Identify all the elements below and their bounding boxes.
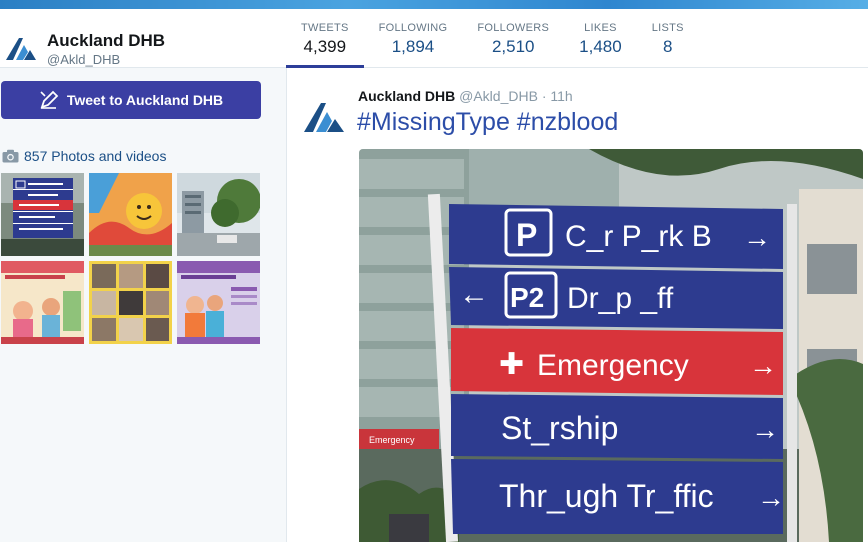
sign-line-car-park: C_r P_rk B: [565, 220, 712, 253]
tweet-timestamp[interactable]: 11h: [550, 88, 572, 104]
tweet-header: Auckland DHB @Akld_DHB · 11h: [358, 88, 573, 104]
sign-line-starship: St_rship: [501, 410, 618, 446]
profile-stats: TWEETS 4,399 FOLLOWING 1,894 FOLLOWERS 2…: [286, 9, 699, 68]
header-banner-strip: [0, 0, 868, 9]
photo-thumbnail[interactable]: [177, 173, 260, 256]
stat-value: 1,894: [391, 37, 435, 56]
tweet-photo[interactable]: Emergency P C_r P_rk B → ← P2 Dr_p _ff ✚…: [359, 149, 863, 542]
photo-thumbnail[interactable]: [1, 173, 84, 256]
profile-handle[interactable]: @Akld_DHB: [47, 52, 120, 67]
stat-value: 4,399: [303, 37, 347, 56]
stat-label: TWEETS: [301, 22, 349, 34]
stat-likes[interactable]: LIKES 1,480: [564, 9, 637, 68]
arrow-left-icon: ←: [459, 278, 489, 311]
stat-tweets[interactable]: TWEETS 4,399: [286, 9, 364, 68]
camera-icon: [2, 149, 19, 163]
photo-thumbnail[interactable]: [1, 261, 84, 344]
stat-value: 8: [662, 37, 673, 56]
plus-icon: ✚: [499, 348, 524, 381]
photo-thumbnail[interactable]: [177, 261, 260, 344]
tweet-separator: ·: [541, 88, 547, 104]
sign-line-through-traffic: Thr_ugh Tr_ffic: [499, 478, 714, 514]
profile-nav-bar: Auckland DHB @Akld_DHB TWEETS 4,399 FOLL…: [0, 9, 868, 68]
stat-label: FOLLOWERS: [477, 22, 550, 34]
tweet-to-button[interactable]: Tweet to Auckland DHB: [1, 81, 261, 119]
stat-value: 1,480: [579, 37, 622, 56]
drop-off-p2-label: P2: [510, 282, 544, 313]
tweet-author-name[interactable]: Auckland DHB: [358, 88, 455, 104]
stat-label: LIKES: [584, 22, 617, 34]
photo-thumbnail[interactable]: [89, 261, 172, 344]
tweet-to-label: Tweet to Auckland DHB: [66, 92, 224, 108]
arrow-right-icon: →: [757, 482, 785, 513]
photo-thumbnail[interactable]: [89, 173, 172, 256]
stat-followers[interactable]: FOLLOWERS 2,510: [462, 9, 564, 68]
sign-line-emergency: Emergency: [537, 349, 689, 382]
photos-videos-link[interactable]: 857 Photos and videos: [2, 148, 166, 164]
hospital-sign: P C_r P_rk B → ← P2 Dr_p _ff ✚ Emergency…: [449, 204, 785, 534]
profile-summary[interactable]: Auckland DHB @Akld_DHB: [0, 19, 286, 69]
stat-following[interactable]: FOLLOWING 1,894: [364, 9, 463, 68]
photo-grid: [1, 173, 263, 344]
stat-label: FOLLOWING: [378, 22, 448, 34]
profile-name[interactable]: Auckland DHB: [47, 31, 165, 51]
tweet-author-handle[interactable]: @Akld_DHB: [459, 88, 538, 104]
left-sidebar: Tweet to Auckland DHB 857 Photos and vid…: [0, 68, 286, 542]
photos-videos-label: 857 Photos and videos: [24, 148, 167, 164]
arrow-right-icon: →: [749, 350, 777, 381]
stat-value: 2,510: [491, 37, 535, 56]
arrow-right-icon: →: [743, 222, 771, 253]
auckland-dhb-logo: [6, 38, 36, 60]
tweet-text[interactable]: #MissingType #nzblood: [357, 108, 618, 137]
stat-label: LISTS: [651, 22, 684, 34]
stat-lists[interactable]: LISTS 8: [637, 9, 699, 68]
timeline: Auckland DHB @Akld_DHB · 11h #MissingTyp…: [286, 68, 868, 542]
parking-p-label: P: [516, 217, 537, 253]
arrow-right-icon: →: [751, 414, 779, 445]
background-emergency-sign: Emergency: [369, 435, 415, 445]
tweet-avatar[interactable]: [301, 98, 347, 134]
sign-line-drop-off: Dr_p _ff: [567, 282, 674, 315]
compose-tweet-icon: [40, 90, 59, 109]
